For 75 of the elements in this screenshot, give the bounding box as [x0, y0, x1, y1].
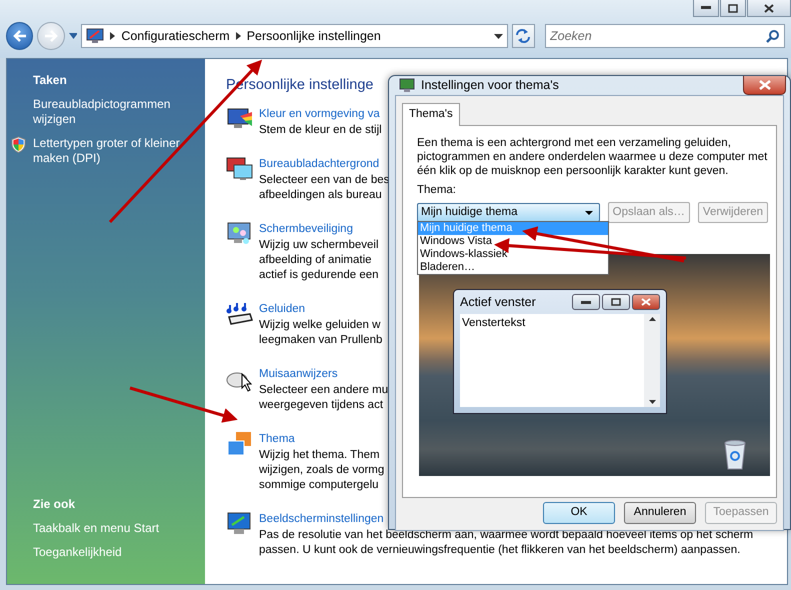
shield-icon — [11, 136, 26, 153]
description-text: wijzigen, zoals de vormg — [259, 462, 384, 478]
scroll-down-icon — [648, 400, 656, 404]
dialog-button[interactable]: OK — [543, 502, 615, 524]
dropdown-option[interactable]: Bladeren… — [418, 261, 608, 274]
scroll-up-icon — [648, 317, 656, 321]
breadcrumb-link[interactable]: Persoonlijke instellingen — [246, 26, 381, 46]
task-link[interactable]: Bureaubladpictogrammen wijzigen — [33, 97, 197, 127]
close-icon — [641, 298, 651, 306]
maximize-icon — [728, 4, 738, 12]
window-title: Actief venster — [460, 294, 536, 311]
description-text: Wijzig welke geluiden w — [259, 318, 382, 333]
music-notes-icon — [226, 300, 253, 327]
dropdown-option[interactable]: Windows-klassiek — [418, 248, 608, 261]
minimize-icon — [701, 6, 711, 10]
section-heading: Taken — [33, 72, 68, 89]
description-text: Wijzig uw schermbeveil — [259, 238, 379, 253]
description-text: actief is gedurende een — [259, 268, 379, 283]
minimize-icon — [581, 300, 591, 304]
breadcrumb-link[interactable]: Configuratiescherm — [121, 26, 230, 46]
arrow-right-icon — [44, 30, 58, 42]
caret-icon — [584, 210, 593, 215]
window-text: Venstertekst — [461, 316, 526, 331]
close-icon — [758, 80, 770, 90]
monitor-icon — [226, 220, 253, 247]
theme-dropdown[interactable]: Mijn huidige thema — [417, 203, 600, 222]
dropdown-caret-icon[interactable] — [494, 34, 503, 38]
maximize-icon — [611, 298, 621, 306]
monitor-icon — [86, 28, 104, 44]
task-link[interactable]: Lettertypen groter of kleiner maken (DPI) — [33, 136, 197, 166]
settings-link[interactable]: Thema — [259, 430, 295, 448]
settings-link[interactable]: Bureaubladachtergrond — [259, 156, 380, 173]
field-label: Thema: — [417, 183, 457, 198]
back-button[interactable] — [6, 22, 34, 50]
refresh-icon — [515, 29, 532, 43]
close-button[interactable] — [747, 0, 791, 17]
settings-link[interactable]: Geluiden — [259, 300, 306, 318]
description-text: leegmaken van Prullenb — [259, 332, 382, 348]
search-icon — [766, 30, 779, 43]
settings-link[interactable]: Muisaanwijzers — [259, 366, 338, 383]
chevron-icon — [236, 32, 241, 40]
dropdown-option[interactable]: Windows Vista — [418, 235, 608, 248]
close-icon — [764, 4, 774, 12]
description-text: Een thema is een achtergrond met een verzameling geluiden, pictogrammen en andere onderdelen waarmee u deze computer met één klik op de muisknop een persoonlijk karakter kunt geven. — [417, 136, 768, 178]
address-bar[interactable]: Configuratiescherm Persoonlijke instellingen — [81, 24, 508, 48]
theme-icon — [226, 430, 253, 457]
monitor-icon — [226, 156, 253, 182]
description-text: Selecteer een andere mu — [259, 382, 388, 398]
maximize-button[interactable] — [720, 0, 746, 17]
description-text: weergegeven tijdens act — [259, 398, 384, 413]
refresh-button[interactable] — [512, 24, 535, 48]
recycle-bin-icon — [724, 440, 746, 470]
dropdown-option[interactable]: Mijn huidige thema — [418, 222, 608, 235]
settings-link[interactable]: Beeldscherminstellingen — [259, 510, 384, 528]
description-text: Pas de resolutie van het beeldscherm aan, waarmee wordt bepaald hoeveel items op het scherm — [259, 528, 754, 543]
monitor-icon — [399, 78, 415, 93]
history-caret-icon[interactable] — [68, 33, 78, 39]
arrow-left-icon — [12, 30, 27, 42]
description-text: sommige computergelu — [259, 478, 380, 493]
search-field[interactable]: Zoeken — [544, 24, 785, 48]
settings-link[interactable]: Kleur en vormgeving va — [259, 106, 380, 123]
minimize-button[interactable] — [693, 0, 719, 17]
close-button[interactable] — [743, 76, 786, 95]
description-text: afbeelding of animatie — [259, 252, 373, 268]
description-text: Wijzig het thema. Them — [259, 448, 381, 463]
tab[interactable]: Thema's — [402, 102, 460, 126]
chevron-icon — [110, 32, 116, 40]
description-text: passen. U kunt ook de vernieuwingsfrequentie (het flikkeren van het beeldscherm) aanpassen. — [259, 542, 742, 558]
settings-link[interactable]: Schermbeveiliging — [259, 220, 353, 238]
window-title: Instellingen voor thema's — [421, 77, 559, 94]
description-text: afbeeldingen als bureau — [259, 188, 383, 203]
description-text: Stem de kleur en de stijl — [259, 122, 382, 138]
monitor-icon — [226, 510, 253, 537]
dialog-button[interactable]: Annuleren — [624, 502, 696, 524]
section-heading: Zie ook — [33, 496, 76, 513]
